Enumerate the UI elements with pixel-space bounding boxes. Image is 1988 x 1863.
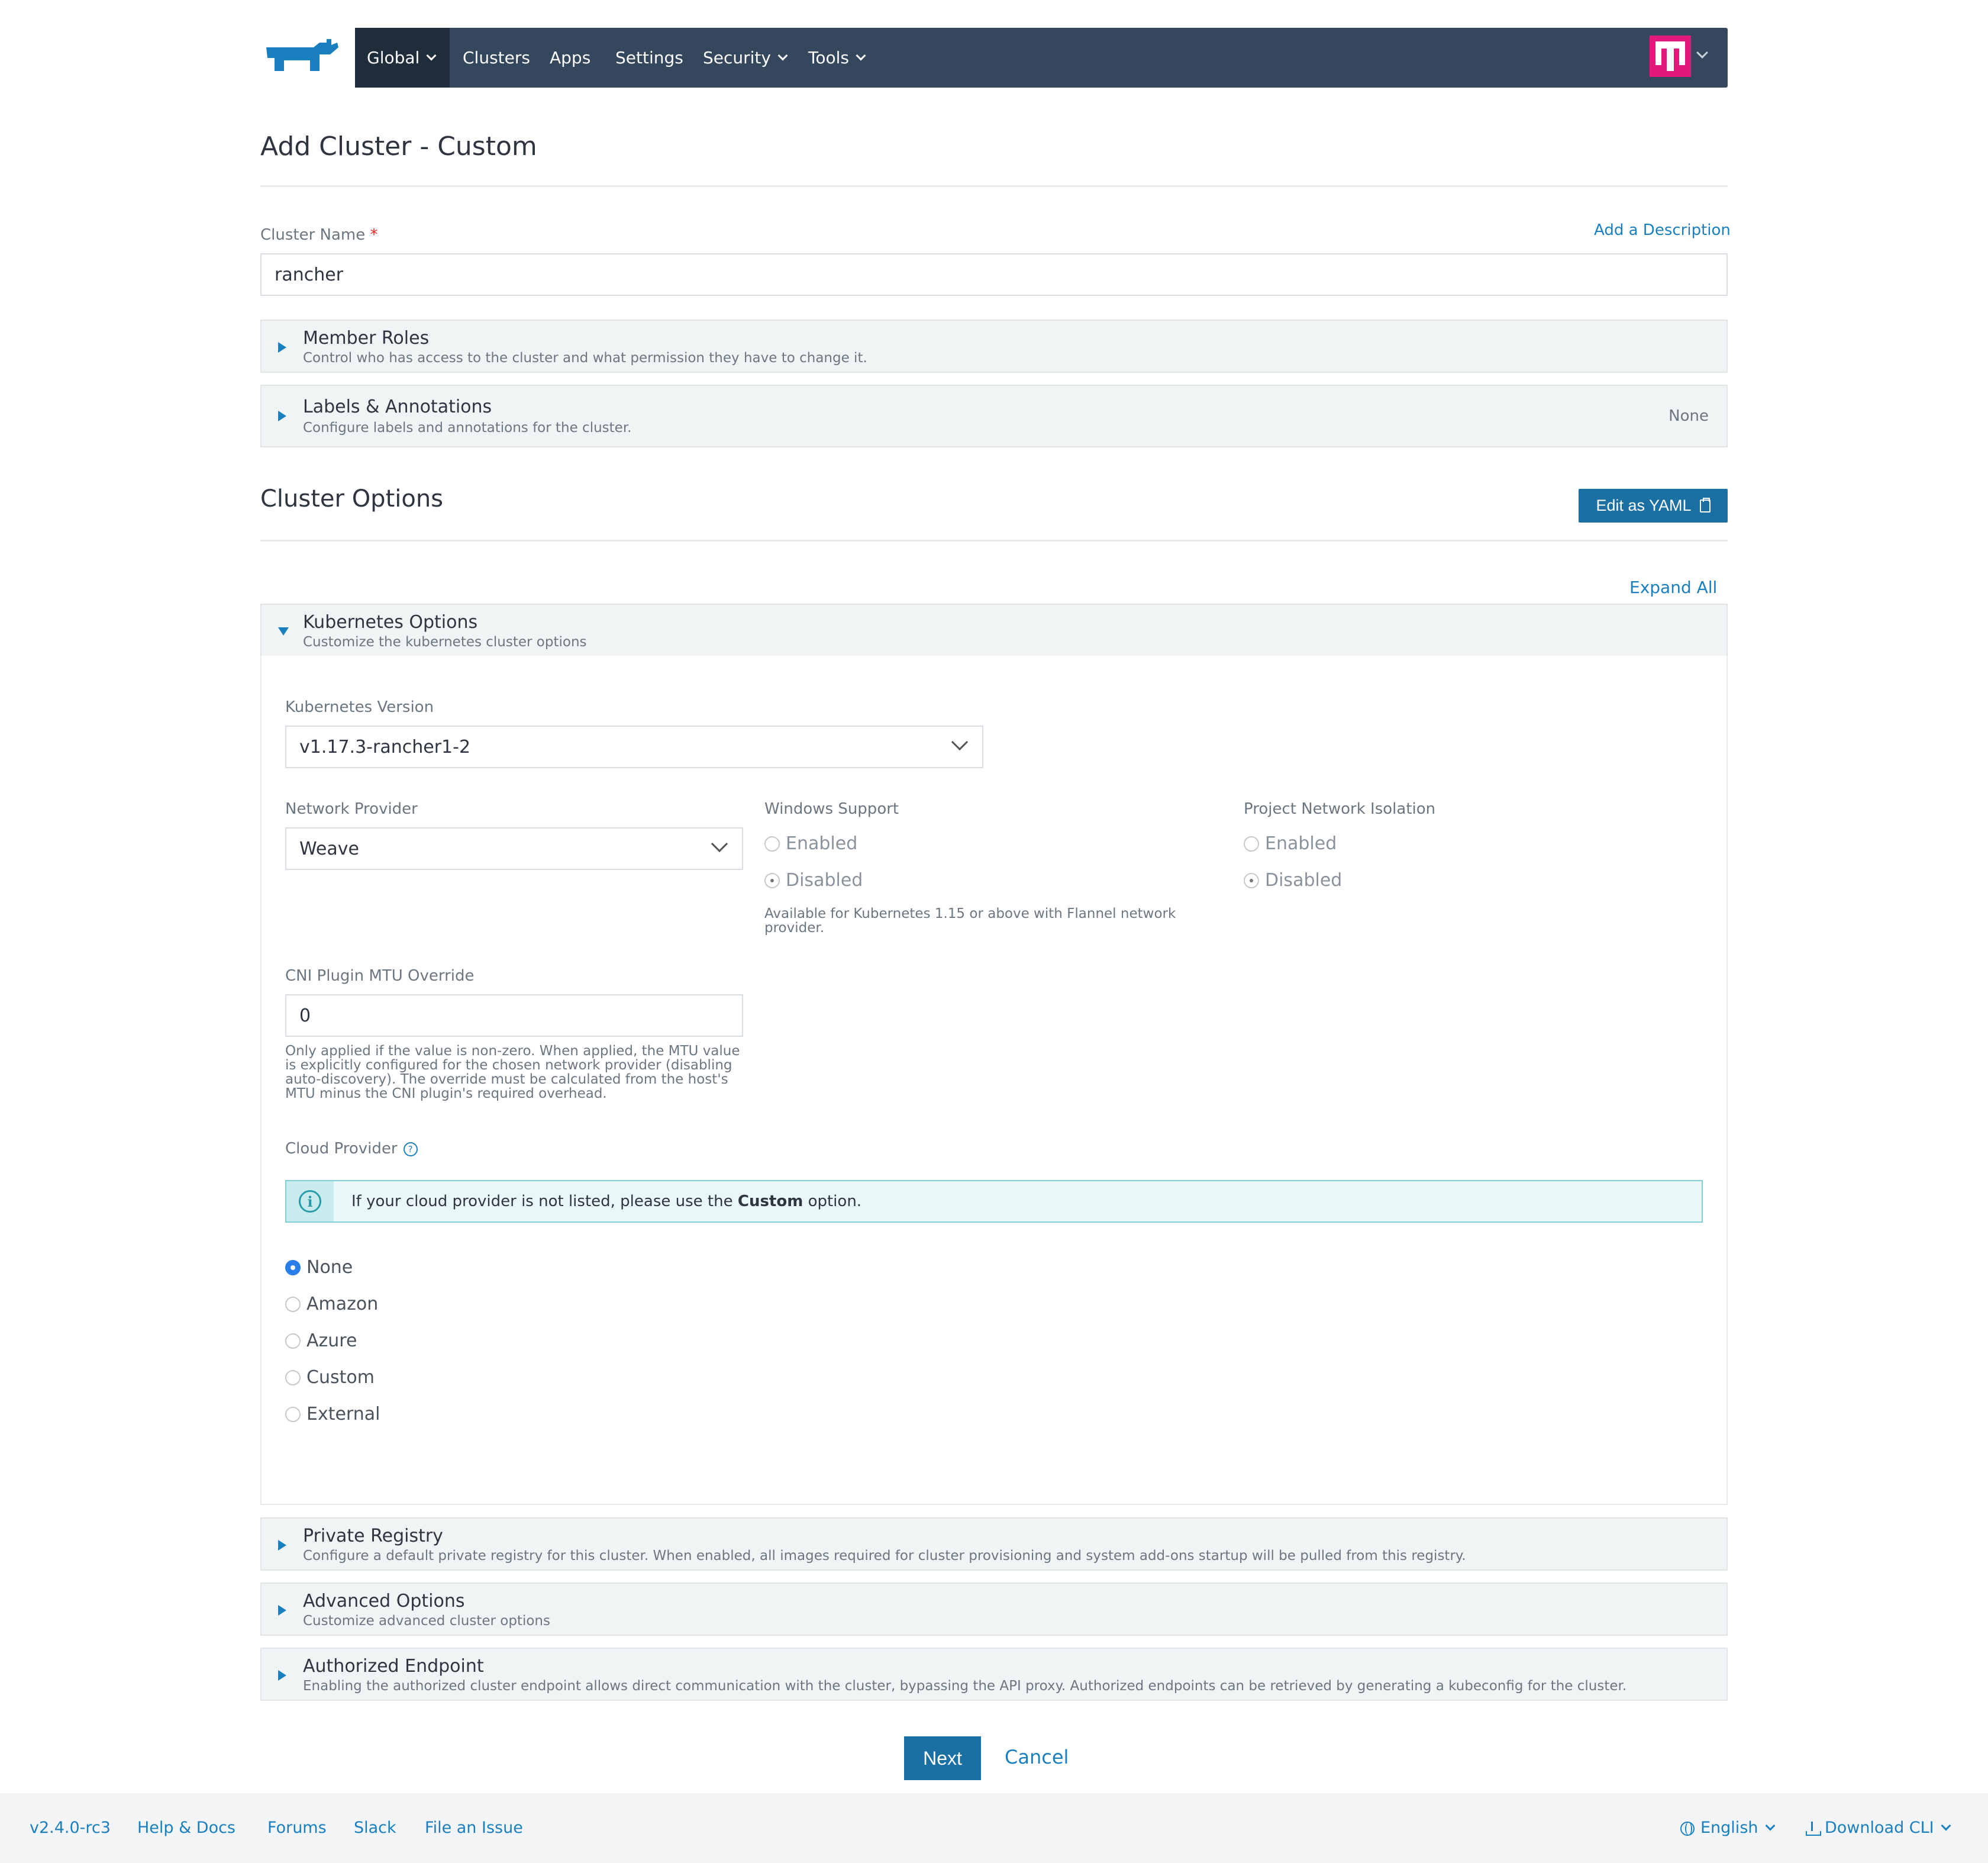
- globe-icon: [1680, 1821, 1695, 1836]
- required-mark: *: [370, 226, 378, 244]
- accordion-advanced-options[interactable]: Advanced Options Customize advanced clus…: [260, 1582, 1728, 1636]
- nav-apps[interactable]: Apps: [550, 28, 590, 88]
- triangle-right-icon: [278, 1670, 286, 1681]
- info-text: If your cloud provider is not listed, pl…: [351, 1192, 862, 1210]
- isolation-disabled-radio[interactable]: Disabled: [1244, 870, 1342, 891]
- rancher-logo-icon[interactable]: [260, 37, 340, 78]
- radio-control[interactable]: [285, 1333, 301, 1349]
- accordion-description: Configure labels and annotations for the…: [303, 420, 632, 436]
- radio-control[interactable]: [1244, 836, 1259, 852]
- isolation-enabled-radio[interactable]: Enabled: [1244, 833, 1337, 854]
- cloud-custom-radio[interactable]: Custom: [285, 1367, 375, 1388]
- radio-control[interactable]: [1244, 872, 1259, 888]
- labels-status: None: [1668, 407, 1709, 425]
- kubernetes-version-label: Kubernetes Version: [285, 698, 434, 716]
- nav-tools[interactable]: Tools: [808, 28, 866, 88]
- footer-version-link[interactable]: v2.4.0-rc3: [30, 1819, 111, 1837]
- windows-support-help: Available for Kubernetes 1.15 or above w…: [764, 906, 1176, 936]
- chevron-down-icon: [1941, 1820, 1951, 1830]
- cluster-name-label: Cluster Name *: [260, 226, 378, 244]
- radio-control[interactable]: [764, 836, 780, 852]
- cni-mtu-help: Only applied if the value is non-zero. W…: [285, 1043, 740, 1101]
- clipboard-icon: [1699, 497, 1711, 513]
- download-icon: [1806, 1821, 1821, 1836]
- accordion-labels-annotations[interactable]: Labels & Annotations Configure labels an…: [260, 385, 1728, 447]
- network-provider-select[interactable]: Weave: [285, 827, 743, 870]
- footer-language-select[interactable]: English: [1680, 1819, 1775, 1837]
- accordion-title: Member Roles: [303, 328, 430, 349]
- cloud-provider-info-banner: i If your cloud provider is not listed, …: [285, 1180, 1703, 1223]
- accordion-title: Kubernetes Options: [303, 612, 478, 633]
- accordion-title: Labels & Annotations: [303, 397, 492, 417]
- nav-clusters[interactable]: Clusters: [463, 28, 530, 88]
- add-description-link[interactable]: Add a Description: [1594, 221, 1731, 239]
- nav-global-menu[interactable]: Global: [355, 28, 450, 88]
- cloud-external-radio[interactable]: External: [285, 1404, 380, 1424]
- accordion-authorized-endpoint[interactable]: Authorized Endpoint Enabling the authori…: [260, 1648, 1728, 1701]
- nav-settings[interactable]: Settings: [615, 28, 683, 88]
- chevron-down-icon: [777, 50, 788, 60]
- triangle-right-icon: [278, 1540, 286, 1551]
- triangle-right-icon: [278, 342, 286, 353]
- accordion-description: Customize the kubernetes cluster options: [303, 634, 587, 650]
- windows-disabled-radio[interactable]: Disabled: [764, 870, 863, 891]
- cni-mtu-input[interactable]: 0: [285, 994, 743, 1037]
- edit-as-yaml-button[interactable]: Edit as YAML: [1579, 489, 1728, 523]
- network-provider-label: Network Provider: [285, 800, 418, 818]
- windows-support-label: Windows Support: [764, 800, 899, 818]
- radio-control[interactable]: [285, 1406, 301, 1422]
- footer-help-docs-link[interactable]: Help & Docs: [137, 1819, 235, 1837]
- cluster-options-title: Cluster Options: [260, 485, 444, 513]
- divider: [260, 185, 1728, 187]
- next-button[interactable]: Next: [904, 1736, 981, 1780]
- triangle-right-icon: [278, 411, 286, 421]
- radio-control[interactable]: [285, 1369, 301, 1385]
- radio-control[interactable]: [764, 872, 780, 888]
- chevron-down-icon: [426, 50, 437, 60]
- accordion-private-registry[interactable]: Private Registry Configure a default pri…: [260, 1517, 1728, 1571]
- footer-file-issue-link[interactable]: File an Issue: [425, 1819, 523, 1837]
- radio-control[interactable]: [285, 1259, 301, 1275]
- accordion-member-roles[interactable]: Member Roles Control who has access to t…: [260, 320, 1728, 373]
- cloud-none-radio[interactable]: None: [285, 1257, 353, 1278]
- info-icon: i: [299, 1190, 321, 1213]
- footer-slack-link[interactable]: Slack: [354, 1819, 396, 1837]
- divider: [260, 540, 1728, 542]
- radio-control[interactable]: [285, 1296, 301, 1312]
- accordion-description: Enabling the authorized cluster endpoint…: [303, 1678, 1627, 1694]
- cloud-amazon-radio[interactable]: Amazon: [285, 1294, 378, 1314]
- accordion-kubernetes-options[interactable]: Kubernetes Options Customize the kuberne…: [260, 604, 1728, 657]
- nav-global-label: Global: [367, 48, 420, 67]
- triangle-down-icon: [278, 627, 289, 636]
- accordion-description: Customize advanced cluster options: [303, 1613, 550, 1629]
- cloud-azure-radio[interactable]: Azure: [285, 1330, 357, 1351]
- triangle-right-icon: [278, 1605, 286, 1616]
- cancel-button[interactable]: Cancel: [1005, 1746, 1069, 1768]
- cluster-name-input[interactable]: rancher: [260, 253, 1728, 296]
- chevron-down-icon: [856, 50, 866, 60]
- footer-forums-link[interactable]: Forums: [267, 1819, 327, 1837]
- user-avatar[interactable]: [1650, 36, 1691, 77]
- footer-download-cli[interactable]: Download CLI: [1806, 1819, 1951, 1837]
- accordion-description: Configure a default private registry for…: [303, 1548, 1466, 1564]
- accordion-description: Control who has access to the cluster an…: [303, 350, 867, 366]
- accordion-title: Advanced Options: [303, 1591, 465, 1611]
- accordion-title: Authorized Endpoint: [303, 1656, 484, 1677]
- cloud-provider-label: Cloud Provider?: [285, 1140, 418, 1158]
- project-network-isolation-label: Project Network Isolation: [1244, 800, 1436, 818]
- nav-security[interactable]: Security: [703, 28, 788, 88]
- page-title: Add Cluster - Custom: [260, 131, 537, 162]
- info-icon-cell: i: [286, 1181, 334, 1221]
- chevron-down-icon: [1765, 1820, 1775, 1830]
- expand-all-link[interactable]: Expand All: [1629, 578, 1717, 597]
- cni-mtu-label: CNI Plugin MTU Override: [285, 967, 475, 985]
- accordion-title: Private Registry: [303, 1526, 443, 1546]
- question-icon[interactable]: ?: [403, 1142, 418, 1156]
- kubernetes-version-select[interactable]: v1.17.3-rancher1-2: [285, 726, 983, 768]
- windows-enabled-radio[interactable]: Enabled: [764, 833, 857, 854]
